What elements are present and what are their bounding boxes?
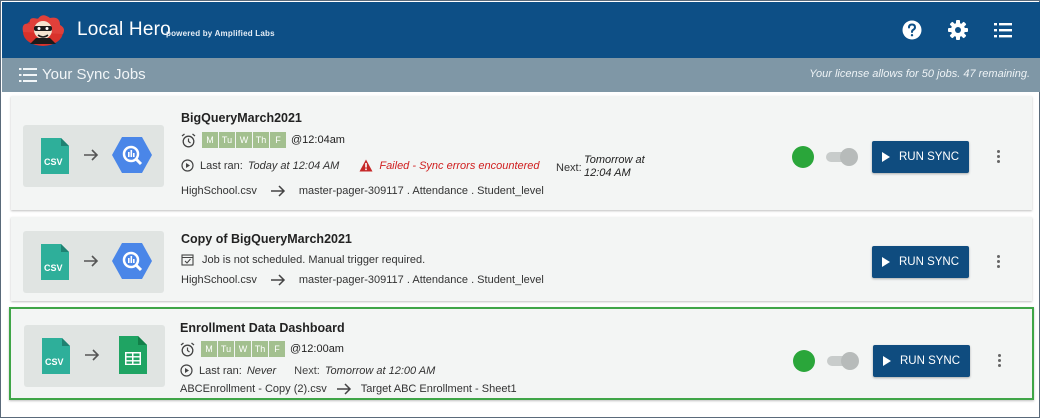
arrow-right-icon [84, 255, 99, 267]
destination-table: master-pager-309117 . Attendance . Stude… [298, 185, 544, 197]
help-icon[interactable] [901, 19, 923, 41]
sync-job-card: CSV BigQueryMarch2021 M Tu W Th F @12:04… [11, 96, 1032, 210]
arrow-right-icon [336, 383, 351, 395]
schedule-time: @12:04am [291, 134, 345, 146]
day-chip: Th [252, 341, 268, 357]
job-enabled-toggle[interactable] [827, 352, 861, 370]
last-ran-value: Never [246, 364, 277, 377]
last-ran-label: Last ran: [200, 159, 243, 172]
day-chip: F [269, 341, 285, 357]
svg-text:CSV: CSV [44, 263, 63, 273]
warning-icon [359, 159, 373, 172]
local-hero-logo-icon [22, 15, 64, 46]
day-chip: Th [253, 132, 269, 148]
alarm-clock-icon [180, 341, 195, 356]
run-sync-button[interactable]: RUN SYNC [873, 345, 970, 377]
play-icon [882, 356, 891, 366]
next-run-value: Tomorrow at 12:04 AM [584, 154, 645, 179]
sync-error-message: Failed - Sync errors encountered [379, 159, 540, 172]
app-frame: Local Hero powered by Amplified Labs You… [0, 0, 1040, 418]
play-circle-icon [180, 364, 193, 377]
day-chip: W [235, 341, 251, 357]
sync-jobs-title: Your Sync Jobs [42, 66, 146, 83]
arrow-right-icon [84, 149, 99, 161]
job-last-run: Last ran: Never Next: Tomorrow at 12:00 … [180, 364, 435, 377]
job-source-destination: HighSchool.csv master-pager-309117 . Att… [181, 185, 544, 197]
day-chip: M [202, 132, 218, 148]
more-options-icon[interactable] [994, 149, 1002, 165]
job-connection-icons: CSV [24, 325, 165, 387]
sync-job-card-selected: CSV Enrollment Data Dashboard M Tu W Th … [9, 307, 1034, 400]
bigquery-icon [112, 243, 152, 279]
source-file: ABCEnrollment - Copy (2).csv [180, 383, 327, 395]
day-chip: M [201, 341, 217, 357]
arrow-right-icon [85, 349, 100, 361]
play-circle-icon [181, 159, 194, 172]
next-run-label: Next: [294, 364, 320, 377]
job-schedule-note: Job is not scheduled. Manual trigger req… [181, 253, 425, 266]
list-menu-icon[interactable] [992, 19, 1014, 41]
csv-file-icon: CSV [41, 244, 69, 280]
csv-file-icon: CSV [41, 138, 69, 174]
job-source-destination: HighSchool.csv master-pager-309117 . Att… [181, 274, 544, 286]
source-file: HighSchool.csv [181, 185, 257, 197]
list-icon [19, 68, 37, 82]
gear-icon[interactable] [947, 19, 969, 41]
powered-by: powered by Amplified Labs [166, 29, 275, 38]
day-chip: Tu [219, 132, 235, 148]
job-source-destination: ABCEnrollment - Copy (2).csv Target ABC … [180, 383, 517, 395]
day-chip: F [270, 132, 286, 148]
arrow-right-icon [270, 185, 285, 197]
run-sync-button[interactable]: RUN SYNC [872, 141, 969, 173]
more-options-icon[interactable] [994, 254, 1002, 270]
day-chip: W [236, 132, 252, 148]
bigquery-icon [112, 137, 152, 173]
job-title: BigQueryMarch2021 [181, 111, 302, 125]
license-status: Your license allows for 50 jobs. 47 rema… [809, 68, 1030, 80]
last-ran-label: Last ran: [199, 364, 242, 377]
status-indicator [792, 146, 814, 168]
job-title: Copy of BigQueryMarch2021 [181, 232, 352, 246]
next-run-label: Next: [556, 162, 582, 174]
app-brand: Local Hero [77, 19, 171, 40]
destination-table: Target ABC Enrollment - Sheet1 [360, 383, 517, 395]
sync-job-card: CSV Copy of BigQueryMarch2021 Job is not… [11, 217, 1032, 301]
run-sync-button[interactable]: RUN SYNC [872, 246, 969, 278]
play-icon [881, 152, 890, 162]
play-icon [881, 257, 890, 267]
arrow-right-icon [270, 274, 285, 286]
status-indicator [793, 350, 815, 372]
more-options-icon[interactable] [995, 353, 1003, 369]
google-sheets-icon [119, 336, 147, 374]
job-connection-icons: CSV [23, 125, 164, 187]
job-title: Enrollment Data Dashboard [180, 321, 345, 335]
svg-text:CSV: CSV [44, 157, 63, 167]
job-last-run: Last ran: Today at 12:04 AM Failed - Syn… [181, 159, 540, 172]
sync-jobs-subheader: Your Sync Jobs Your license allows for 5… [2, 58, 1040, 92]
schedule-time: @12:00am [290, 343, 344, 355]
schedule-note: Job is not scheduled. Manual trigger req… [202, 253, 426, 266]
destination-table: master-pager-309117 . Attendance . Stude… [298, 274, 544, 286]
last-ran-value: Today at 12:04 AM [247, 159, 340, 172]
source-file: HighSchool.csv [181, 274, 257, 286]
day-chip: Tu [218, 341, 234, 357]
job-connection-icons: CSV [23, 231, 164, 293]
job-enabled-toggle[interactable] [826, 148, 860, 166]
csv-file-icon: CSV [42, 338, 70, 374]
job-schedule: M Tu W Th F @12:04am [181, 132, 345, 148]
calendar-check-icon [181, 254, 194, 266]
next-run-value: Tomorrow at 12:00 AM [324, 364, 436, 377]
job-schedule: M Tu W Th F @12:00am [180, 341, 344, 357]
alarm-clock-icon [181, 132, 196, 147]
svg-text:CSV: CSV [45, 357, 64, 367]
app-header: Local Hero powered by Amplified Labs [2, 2, 1040, 58]
